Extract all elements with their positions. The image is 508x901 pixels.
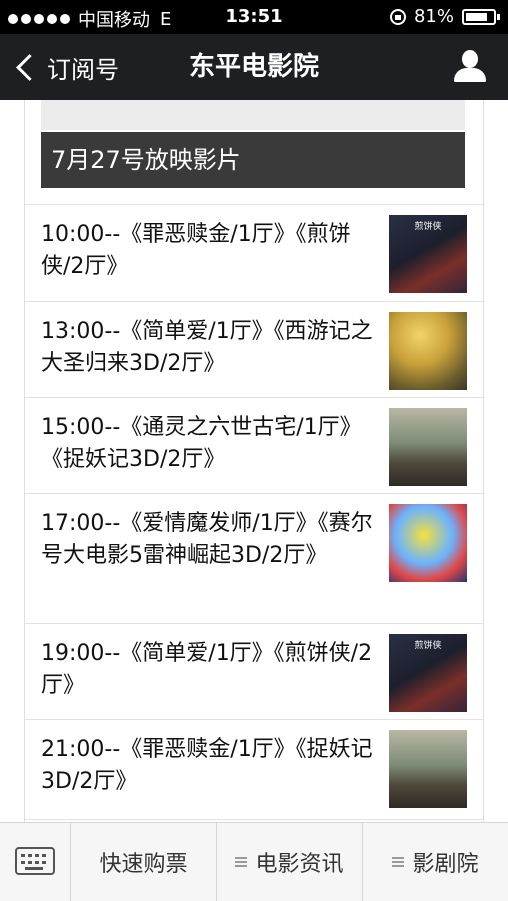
schedule-list: 10:00--《罪恶赎金/1厅》《煎饼侠/2厅》 煎饼侠 13:00--《简单爱… [25, 204, 483, 820]
schedule-text: 15:00--《通灵之六世古宅/1厅》《捉妖记3D/2厅》 [41, 415, 362, 472]
poster-title: 煎饼侠 [414, 641, 442, 651]
tab-quick-ticket[interactable]: 快速购票 [71, 823, 217, 901]
keyboard-toggle-button[interactable] [0, 823, 71, 901]
movie-poster[interactable] [389, 408, 467, 486]
menu-icon [235, 857, 248, 867]
content-top-bar [41, 100, 465, 130]
schedule-header: 7月27号放映影片 [41, 132, 465, 188]
tab-label: 快速购票 [99, 852, 188, 877]
tab-theater[interactable]: 影剧院 [363, 823, 508, 901]
profile-icon[interactable] [454, 50, 486, 84]
movie-poster[interactable] [389, 504, 467, 582]
movie-poster[interactable]: 煎饼侠 [389, 634, 467, 712]
tab-movie-news[interactable]: 电影资讯 [217, 823, 363, 901]
schedule-text: 17:00--《爱情魔发师/1厅》《赛尔号大电影5雷神崛起3D/2厅》 [41, 511, 373, 568]
schedule-text: 21:00--《罪恶赎金/1厅》《捉妖记3D/2厅》 [41, 737, 373, 794]
menu-icon [392, 857, 405, 867]
movie-poster[interactable]: 煎饼侠 [389, 215, 467, 293]
battery-percent: 81% [413, 6, 454, 27]
schedule-row[interactable]: 17:00--《爱情魔发师/1厅》《赛尔号大电影5雷神崛起3D/2厅》 [25, 494, 483, 624]
tab-label: 电影资讯 [255, 852, 344, 877]
poster-title: 煎饼侠 [414, 222, 442, 232]
status-right: 81% [389, 6, 500, 27]
movie-poster[interactable] [389, 312, 467, 390]
content-card: 7月27号放映影片 10:00--《罪恶赎金/1厅》《煎饼侠/2厅》 煎饼侠 1… [24, 100, 484, 822]
schedule-row[interactable]: 21:00--《罪恶赎金/1厅》《捉妖记3D/2厅》 [25, 720, 483, 820]
battery-icon [462, 8, 500, 25]
schedule-row[interactable]: 15:00--《通灵之六世古宅/1厅》《捉妖记3D/2厅》 [25, 398, 483, 494]
movie-poster[interactable] [389, 730, 467, 808]
bottom-tab-bar: 快速购票 电影资讯 影剧院 [0, 822, 508, 901]
nav-bar: 订阅号 东平电影院 [0, 34, 508, 100]
page-title: 东平电影院 [188, 52, 319, 82]
schedule-row[interactable]: 10:00--《罪恶赎金/1厅》《煎饼侠/2厅》 煎饼侠 [25, 205, 483, 302]
schedule-row[interactable]: 19:00--《简单爱/1厅》《煎饼侠/2厅》 煎饼侠 [25, 624, 483, 720]
schedule-text: 10:00--《罪恶赎金/1厅》《煎饼侠/2厅》 [41, 222, 351, 279]
schedule-row[interactable]: 13:00--《简单爱/1厅》《西游记之大圣归来3D/2厅》 [25, 302, 483, 398]
status-bar: 中国移动 E 13:51 81% [0, 0, 508, 34]
rotation-lock-icon [389, 8, 406, 25]
tab-label: 影剧院 [412, 852, 479, 877]
schedule-text: 13:00--《简单爱/1厅》《西游记之大圣归来3D/2厅》 [41, 319, 373, 376]
schedule-text: 19:00--《简单爱/1厅》《煎饼侠/2厅》 [41, 641, 373, 698]
keyboard-icon [15, 847, 55, 875]
